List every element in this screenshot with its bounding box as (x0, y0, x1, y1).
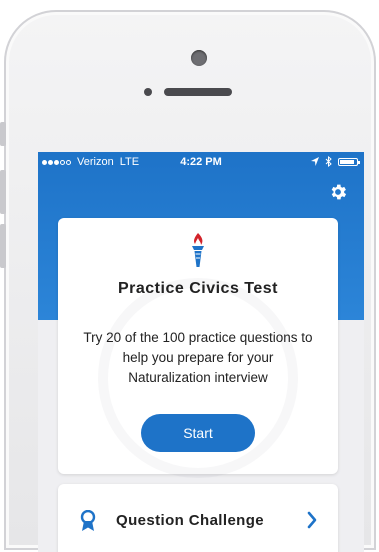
bluetooth-icon (325, 156, 332, 167)
chevron-right-icon[interactable] (306, 510, 318, 530)
earpiece-speaker (164, 88, 232, 96)
mute-switch (0, 122, 6, 146)
gear-icon[interactable] (328, 182, 348, 202)
status-right (311, 156, 360, 167)
practice-test-card: Practice Civics Test Try 20 of the 100 p… (58, 218, 338, 478)
battery-icon (338, 157, 360, 166)
proximity-sensor (144, 88, 152, 96)
front-camera (191, 50, 207, 66)
volume-down-button (0, 224, 6, 268)
phone-frame: Verizon LTE 4:22 PM Practice Civics Test… (0, 10, 376, 552)
volume-up-button (0, 170, 6, 214)
question-challenge-item[interactable]: Question Challenge (58, 484, 338, 552)
start-button[interactable]: Start (141, 414, 255, 452)
status-bar: Verizon LTE 4:22 PM (38, 152, 364, 172)
question-challenge-label: Question Challenge (116, 512, 265, 529)
card-description: Try 20 of the 100 practice questions to … (83, 330, 313, 385)
card-title: Practice Civics Test (117, 280, 278, 297)
torch-icon (192, 233, 204, 267)
app-screen: Verizon LTE 4:22 PM Practice Civics Test… (38, 152, 364, 552)
battery-fill (340, 159, 355, 164)
location-arrow-icon (311, 157, 319, 166)
ribbon-icon (80, 510, 96, 531)
